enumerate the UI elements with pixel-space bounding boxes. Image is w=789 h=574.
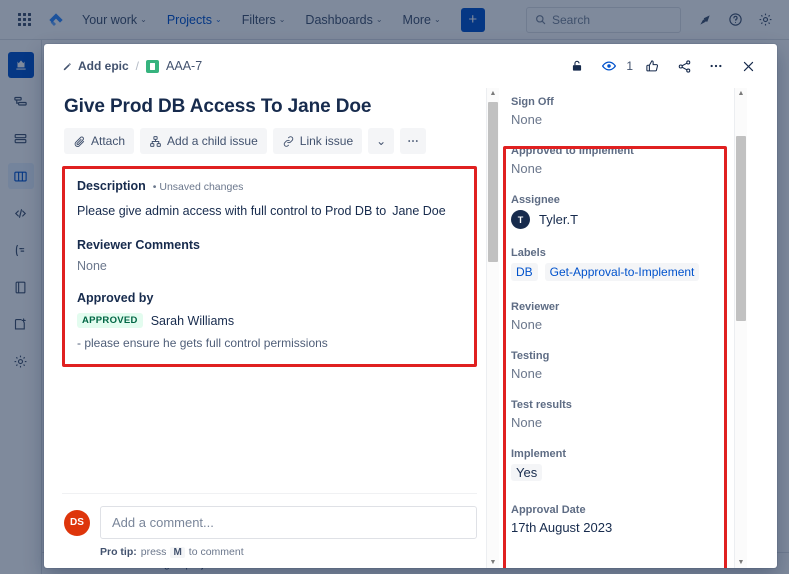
more-actions-icon[interactable] [703, 53, 729, 79]
add-epic-label: Add epic [78, 59, 129, 73]
issue-title-name: Jane Doe [287, 96, 372, 117]
field-test-results: Test results None [511, 399, 733, 430]
comment-placeholder: Add a comment... [112, 515, 214, 530]
field-label: Labels [511, 247, 546, 259]
scroll-up-arrow-icon[interactable]: ▲ [490, 88, 497, 99]
page-title: Give Prod DB Access To Jane Doe [64, 96, 477, 118]
add-child-issue-button[interactable]: Add a child issue [140, 128, 267, 154]
field-sign-off: Sign Off None [511, 96, 733, 127]
pro-tip-prefix: Pro tip: [100, 546, 137, 558]
field-label: Test results [511, 399, 572, 411]
field-label: Implement [511, 448, 567, 460]
field-value[interactable]: None [511, 415, 733, 430]
comment-input[interactable]: Add a comment... [100, 506, 477, 539]
modal-header: Add epic / AAA-7 1 [44, 44, 777, 88]
labels-value[interactable]: DB Get-Approval-to-Implement [511, 263, 733, 281]
scroll-down-arrow-icon[interactable]: ▼ [490, 557, 497, 568]
field-label: Sign Off [511, 96, 554, 108]
assignee-name: Tyler.T [539, 212, 579, 227]
field-implement: Implement Yes [511, 448, 733, 482]
field-label: Approval Date [511, 504, 586, 516]
add-child-issue-label: Add a child issue [167, 134, 258, 148]
field-value[interactable]: Yes [511, 464, 543, 481]
breadcrumb: Add epic / AAA-7 [62, 59, 202, 73]
assignee-value[interactable]: T Tyler.T [511, 210, 733, 229]
modal-header-actions: 1 [564, 53, 761, 79]
screen: Your work ⌄ Projects ⌄ Filters ⌄ Dashboa… [0, 0, 789, 574]
breadcrumb-separator: / [135, 59, 140, 73]
pro-tip-suffix: to comment [188, 546, 244, 558]
more-buttons-chevron[interactable]: ⌄ [368, 128, 395, 154]
label-chip[interactable]: Get-Approval-to-Implement [544, 263, 700, 281]
issue-action-buttons: Attach Add a child issue Link issue ⌄ [64, 128, 477, 154]
add-epic-button[interactable]: Add epic [62, 59, 129, 73]
scroll-up-arrow-icon[interactable]: ▲ [738, 88, 745, 99]
field-value[interactable]: None [511, 317, 733, 332]
scrollbar-thumb[interactable] [736, 136, 746, 321]
share-icon[interactable] [671, 53, 697, 79]
label-chip[interactable]: DB [511, 263, 538, 281]
main-column-scrollbar[interactable]: ▲ ▼ [486, 88, 499, 568]
watch-count: 1 [626, 59, 633, 73]
description-highlight-region: Description • Unsaved changes Please giv… [62, 166, 477, 368]
approver-note: - please ensure he gets full control per… [77, 336, 328, 351]
issue-more-actions-button[interactable] [400, 128, 427, 154]
close-icon[interactable] [735, 53, 761, 79]
issue-title-text: Give Prod DB Access To [64, 96, 288, 117]
field-assignee: Assignee T Tyler.T [511, 194, 733, 229]
reviewer-comments-value[interactable]: None [77, 259, 462, 273]
story-green-icon [146, 59, 160, 73]
description-heading: Description [77, 179, 146, 193]
pro-tip-key: M [170, 546, 185, 558]
approver-name: Sarah Williams [150, 313, 235, 328]
field-value[interactable]: None [511, 112, 733, 127]
scrollbar-thumb[interactable] [488, 102, 498, 262]
attach-button[interactable]: Attach [64, 128, 135, 154]
link-issue-label: Link issue [299, 134, 354, 148]
field-approval-date: Approval Date 17th August 2023 [511, 504, 733, 535]
field-labels: Labels DB Get-Approval-to-Implement [511, 247, 733, 281]
child-issue-icon [150, 135, 161, 147]
field-value[interactable]: 17th August 2023 [511, 520, 733, 535]
issue-key-link[interactable]: AAA-7 [166, 59, 202, 73]
details-panel-scrollbar[interactable]: ▲ ▼ [734, 88, 747, 568]
field-label: Approved to Implement [511, 145, 634, 157]
paperclip-icon [74, 136, 85, 147]
pro-tip: Pro tip: press M to comment [100, 546, 477, 558]
pro-tip-mid: press [140, 546, 167, 558]
pencil-icon [63, 62, 71, 70]
watch-eye-icon[interactable] [596, 53, 622, 79]
description-label: Description • Unsaved changes [77, 179, 462, 193]
comment-composer: DS Add a comment... Pro tip: press M to … [62, 493, 477, 568]
status-badge: APPROVED [77, 313, 143, 329]
description-mention: Jane Doe [392, 204, 446, 218]
issue-main-column: Give Prod DB Access To Jane Doe Attach A… [44, 88, 499, 568]
description-body: Please give admin access with full contr… [77, 204, 387, 218]
link-icon [283, 135, 293, 147]
link-issue-button[interactable]: Link issue [272, 128, 363, 154]
scroll-down-arrow-icon[interactable]: ▼ [738, 557, 745, 568]
unlock-icon[interactable] [564, 53, 590, 79]
field-label: Testing [511, 350, 550, 362]
field-approved-to-implement: Approved to Implement None [511, 145, 733, 176]
issue-detail-modal: Add epic / AAA-7 1 Give Prod DB Access T… [44, 44, 777, 568]
avatar[interactable]: DS [64, 509, 90, 536]
issue-details-panel: Sign Off None Approved to Implement None… [499, 88, 747, 568]
field-value[interactable]: None [511, 161, 733, 176]
reviewer-comments-label: Reviewer Comments [77, 238, 200, 253]
attach-label: Attach [91, 134, 126, 148]
field-testing: Testing None [511, 350, 733, 381]
description-text[interactable]: Please give admin access with full contr… [77, 202, 462, 220]
approved-by-row: APPROVED Sarah Williams - please ensure … [77, 313, 462, 350]
approved-by-label: Approved by [77, 291, 154, 306]
field-reviewer: Reviewer None [511, 301, 733, 332]
avatar: T [511, 210, 530, 229]
field-label: Reviewer [511, 301, 560, 313]
field-value[interactable]: None [511, 366, 733, 381]
unsaved-changes-indicator: • Unsaved changes [152, 181, 244, 193]
field-label: Assignee [511, 194, 560, 206]
modal-body: Give Prod DB Access To Jane Doe Attach A… [44, 88, 777, 568]
thumbs-up-icon[interactable] [639, 53, 665, 79]
